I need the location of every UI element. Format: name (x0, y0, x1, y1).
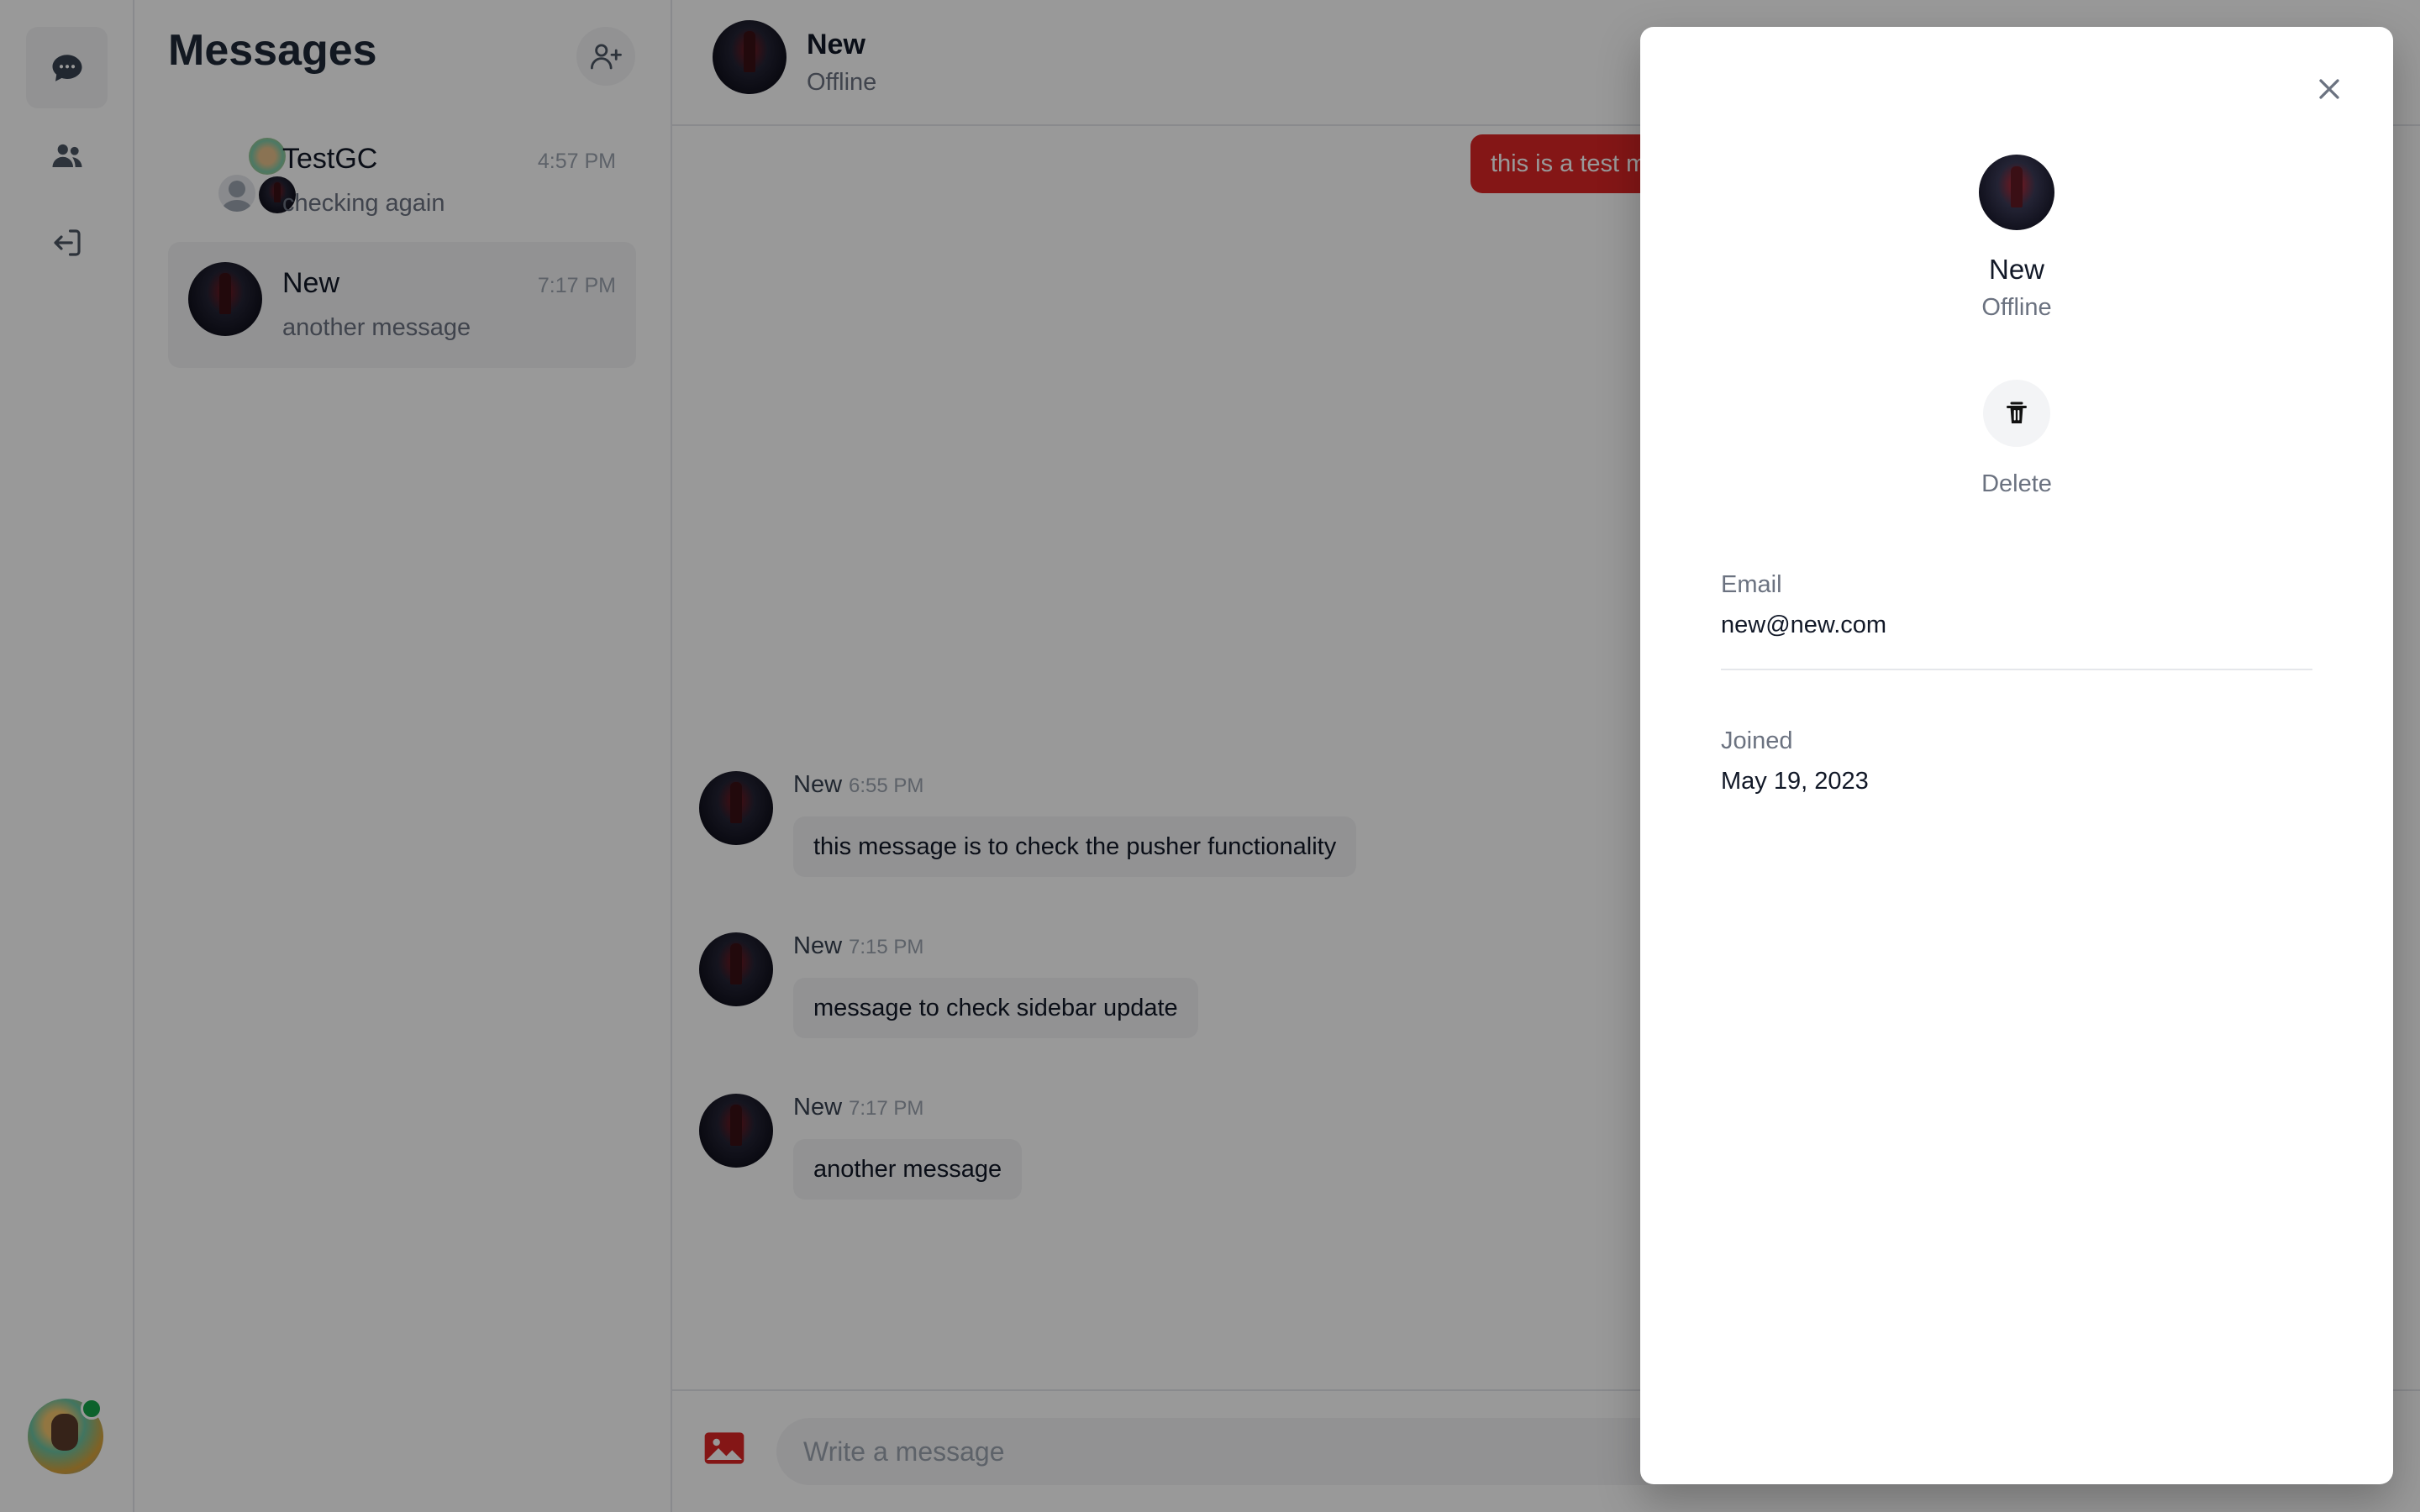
email-value: new@new.com (1721, 612, 1887, 638)
delete-label: Delete (1981, 470, 2052, 497)
profile-status: Offline (1981, 294, 2052, 321)
profile-drawer: New Offline Delete Email new@new.com Joi… (1640, 27, 2393, 1484)
email-label: Email (1721, 571, 1782, 598)
joined-label: Joined (1721, 727, 1793, 754)
profile-avatar (1979, 155, 2054, 230)
close-icon (2319, 79, 2339, 99)
close-button[interactable] (2311, 71, 2348, 108)
divider (1721, 669, 2312, 670)
joined-value: May 19, 2023 (1721, 768, 1869, 795)
profile-name: New (1988, 254, 2045, 285)
delete-conversation-button[interactable] (1983, 380, 2050, 447)
trash-icon (2007, 402, 2027, 423)
